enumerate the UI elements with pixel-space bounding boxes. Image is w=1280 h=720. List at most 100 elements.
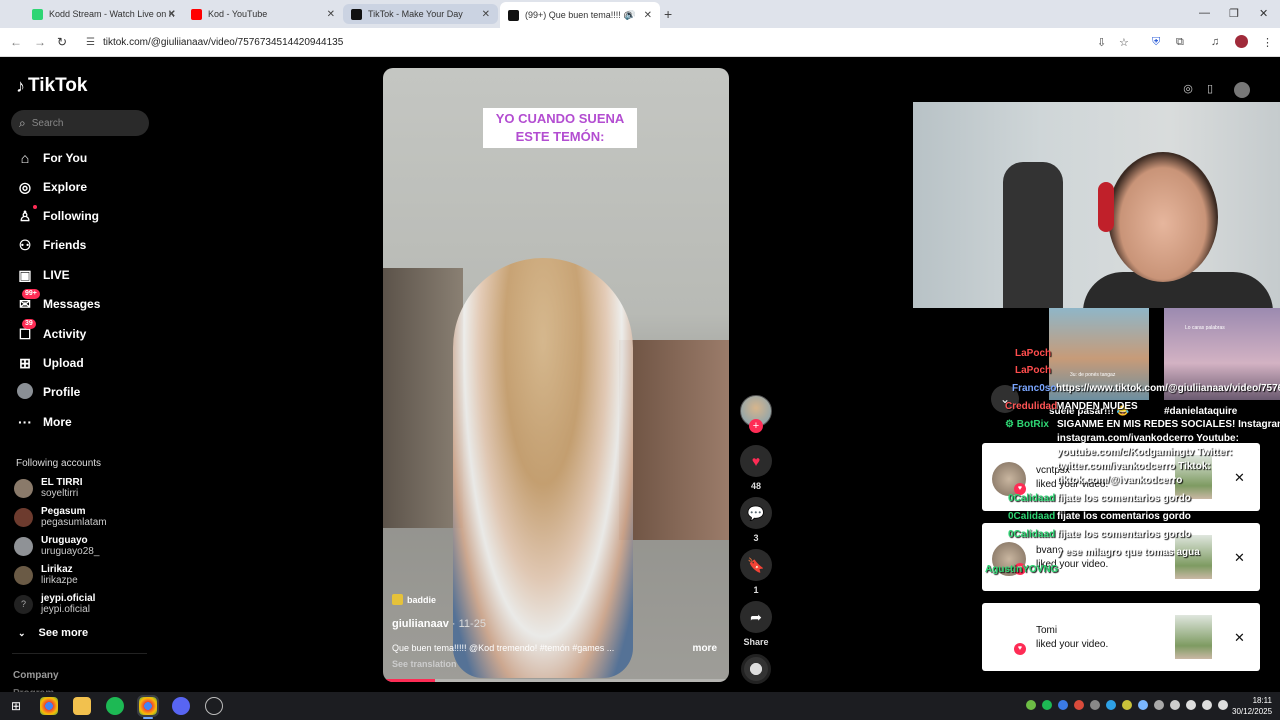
tray-app-icon[interactable] [1170, 700, 1180, 710]
nav-following[interactable]: ♙ Following [16, 204, 99, 226]
tab-tiktok-video[interactable]: (99+) Que buen tema!!!! @ 🔊 ✕ [500, 2, 660, 28]
tab-youtube[interactable]: Kod - YouTube ✕ [183, 4, 343, 24]
tray-app-icon[interactable] [1058, 700, 1068, 710]
follow-plus-icon[interactable]: + [749, 419, 763, 433]
nav-for-you[interactable]: ⌂ For You [16, 148, 87, 168]
nav-more[interactable]: ··· More [16, 412, 72, 432]
close-tab-icon[interactable]: ✕ [644, 10, 652, 21]
following-account[interactable]: Uruguayo uruguayo28_ [14, 535, 99, 557]
streamer-head [1108, 152, 1218, 282]
nav-friends[interactable]: ⚇ Friends [16, 235, 87, 255]
save-button[interactable]: 🔖 [740, 549, 772, 581]
close-tab-icon[interactable]: ✕ [327, 9, 335, 20]
system-clock[interactable]: 18:11 30/12/2025 [1232, 695, 1272, 717]
search-box[interactable]: ⌕ [11, 110, 149, 136]
video-frame-background [383, 268, 463, 528]
video-player[interactable]: YO CUANDO SUENA ESTE TEMÓN: baddie giuli… [383, 68, 729, 682]
close-icon[interactable]: ✕ [1234, 550, 1245, 566]
shield-extension-icon[interactable]: ⛨ [1152, 36, 1160, 49]
following-account[interactable]: Lirikaz lirikazpe [14, 564, 78, 586]
profile-avatar[interactable] [1235, 35, 1248, 48]
speaker-icon[interactable]: 🔊 [625, 10, 636, 21]
avatar [14, 565, 33, 585]
file-explorer-icon[interactable] [73, 697, 91, 715]
share-button[interactable]: ➦ [740, 601, 772, 633]
reload-button[interactable]: ↻ [57, 35, 67, 49]
tab-kodd-stream[interactable]: Kodd Stream - Watch Live on K ✕ [24, 4, 184, 24]
avatar[interactable] [1234, 82, 1250, 98]
spotify-icon[interactable] [106, 697, 124, 715]
see-translation-button[interactable]: See translation [392, 659, 457, 669]
close-tab-icon[interactable]: ✕ [168, 9, 176, 20]
chat-username: Franc0so [1012, 383, 1057, 394]
site-settings-icon[interactable]: ☰ [86, 37, 95, 48]
close-icon[interactable]: ✕ [1234, 630, 1245, 646]
minimize-button[interactable]: — [1199, 7, 1210, 19]
close-tab-icon[interactable]: ✕ [482, 9, 490, 20]
bookmark-star-icon[interactable]: ☆ [1119, 36, 1129, 49]
account-name: Uruguayo [41, 535, 88, 546]
search-input[interactable] [31, 117, 132, 129]
following-account[interactable]: Pegasum pegasumlatam [14, 506, 107, 528]
tab-tiktok-make-your-day[interactable]: TikTok - Make Your Day ✕ [343, 4, 498, 24]
tray-app-icon[interactable] [1090, 700, 1100, 710]
music-disc-icon[interactable] [741, 654, 771, 684]
clock-time: 18:11 [1252, 696, 1272, 705]
post-date: · 11-25 [448, 618, 486, 630]
tray-spotify-icon[interactable] [1042, 700, 1052, 710]
chat-username: 0Calidaad [1008, 511, 1056, 522]
wifi-icon[interactable] [1186, 700, 1196, 710]
upload-icon: ⊞ [19, 354, 31, 371]
tiktok-logo[interactable]: ♪ TikTok [16, 75, 87, 97]
comment-button[interactable]: 💬 [740, 497, 772, 529]
more-button[interactable]: more [693, 643, 717, 654]
url-text[interactable]: tiktok.com/@giuliianaav/video/7576734514… [103, 37, 343, 48]
windows-start-icon[interactable]: ⊞ [7, 697, 25, 715]
new-tab-button[interactable]: + [664, 6, 672, 22]
battery-icon[interactable] [1218, 700, 1228, 710]
video-author[interactable]: giuliianaav · 11-25 [392, 618, 486, 630]
chat-message: https://www.tiktok.com/@giuliianaav/vide… [1056, 383, 1280, 394]
following-account[interactable]: EL TIRRI soyeltirri [14, 477, 82, 499]
following-account[interactable]: ? jeypi.oficial jeypi.oficial [14, 593, 95, 615]
tag-pill[interactable]: baddie [392, 594, 436, 605]
tray-app-icon[interactable] [1154, 700, 1164, 710]
like-button[interactable]: ♥ [740, 445, 772, 477]
chrome-icon[interactable] [40, 697, 58, 715]
tray-app-icon[interactable] [1026, 700, 1036, 710]
obs-icon[interactable] [205, 697, 223, 715]
nav-upload[interactable]: ⊞ Upload [16, 353, 84, 373]
phone-icon[interactable]: ▯ [1202, 82, 1218, 95]
address-bar[interactable]: ☰ tiktok.com/@giuliianaav/video/75767345… [80, 31, 1140, 53]
tray-app-icon[interactable] [1138, 700, 1148, 710]
volume-icon[interactable] [1202, 700, 1212, 710]
nav-live[interactable]: ▣ LIVE [16, 265, 69, 285]
company-link[interactable]: Company [13, 670, 59, 681]
extensions-icon[interactable]: ⧉ [1176, 36, 1184, 49]
close-window-button[interactable]: ✕ [1259, 7, 1268, 20]
video-progress-bar[interactable] [383, 679, 729, 682]
install-app-icon[interactable]: ⇩ [1097, 36, 1106, 49]
close-icon[interactable]: ✕ [1234, 470, 1245, 486]
tray-app-icon[interactable] [1074, 700, 1084, 710]
tray-app-icon[interactable] [1106, 700, 1116, 710]
back-button[interactable]: ← [10, 35, 22, 49]
menu-dots-icon[interactable]: ⋮ [1262, 36, 1273, 49]
forward-button[interactable]: → [34, 35, 46, 49]
maximize-button[interactable]: ❐ [1229, 7, 1239, 20]
chat-username: Credulidad [1005, 401, 1058, 412]
see-more-button[interactable]: ⌄ See more [18, 627, 88, 639]
compass-icon[interactable]: ◎ [1180, 82, 1196, 95]
tray-app-icon[interactable] [1122, 700, 1132, 710]
nav-activity[interactable]: ☐ 39 Activity [16, 318, 86, 344]
chrome-active-icon[interactable] [137, 695, 159, 717]
media-control-icon[interactable]: ♫ [1211, 36, 1219, 48]
author-name[interactable]: giuliianaav [392, 618, 449, 630]
tiktok-favicon-icon [351, 8, 362, 20]
discord-icon[interactable] [172, 697, 190, 715]
nav-messages[interactable]: ✉ 99+ Messages [16, 288, 100, 314]
windows-taskbar: ⊞ 18:11 30/12/2025 [0, 692, 1280, 720]
nav-explore[interactable]: ◎ Explore [16, 177, 87, 197]
nav-profile[interactable]: Profile [16, 382, 80, 402]
chat-message: youtube.com/c/Kodgamingtv Twitter: [1057, 447, 1233, 458]
